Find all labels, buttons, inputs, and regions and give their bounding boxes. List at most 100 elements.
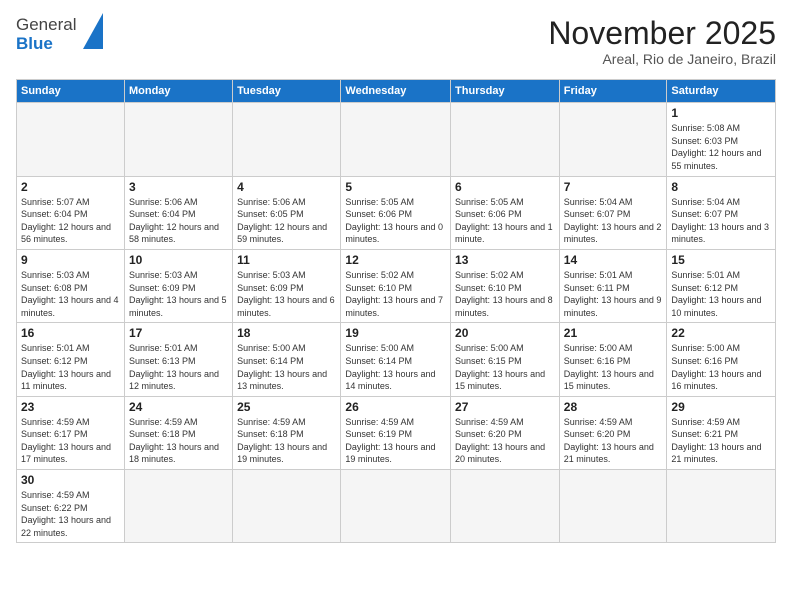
calendar-cell: 5 Sunrise: 5:05 AM Sunset: 6:06 PM Daylig…	[341, 176, 451, 249]
calendar-cell: 19 Sunrise: 5:00 AM Sunset: 6:14 PM Dayli…	[341, 323, 451, 396]
day-number: 24	[129, 400, 228, 414]
day-number: 1	[671, 106, 771, 120]
calendar-cell: 29 Sunrise: 4:59 AM Sunset: 6:21 PM Dayli…	[667, 396, 776, 469]
day-number: 30	[21, 473, 120, 487]
calendar-cell: 22 Sunrise: 5:00 AM Sunset: 6:16 PM Dayli…	[667, 323, 776, 396]
calendar-cell	[559, 103, 667, 176]
day-info: Sunrise: 5:08 AM Sunset: 6:03 PM Dayligh…	[671, 122, 771, 172]
day-number: 2	[21, 180, 120, 194]
title-block: November 2025 Areal, Rio de Janeiro, Bra…	[548, 16, 776, 67]
day-number: 18	[237, 326, 336, 340]
day-info: Sunrise: 5:00 AM Sunset: 6:14 PM Dayligh…	[237, 342, 336, 392]
day-number: 25	[237, 400, 336, 414]
day-info: Sunrise: 4:59 AM Sunset: 6:18 PM Dayligh…	[237, 416, 336, 466]
day-number: 15	[671, 253, 771, 267]
day-info: Sunrise: 5:00 AM Sunset: 6:16 PM Dayligh…	[564, 342, 663, 392]
calendar-cell: 20 Sunrise: 5:00 AM Sunset: 6:15 PM Dayli…	[451, 323, 560, 396]
calendar-cell: 13 Sunrise: 5:02 AM Sunset: 6:10 PM Dayli…	[451, 249, 560, 322]
calendar-cell: 2 Sunrise: 5:07 AM Sunset: 6:04 PM Daylig…	[17, 176, 125, 249]
day-number: 3	[129, 180, 228, 194]
calendar-cell	[451, 103, 560, 176]
day-number: 28	[564, 400, 663, 414]
day-info: Sunrise: 5:04 AM Sunset: 6:07 PM Dayligh…	[564, 196, 663, 246]
calendar-cell	[124, 470, 232, 543]
day-number: 16	[21, 326, 120, 340]
calendar-cell	[451, 470, 560, 543]
day-number: 29	[671, 400, 771, 414]
day-info: Sunrise: 5:07 AM Sunset: 6:04 PM Dayligh…	[21, 196, 120, 246]
weekday-header-wednesday: Wednesday	[341, 80, 451, 103]
calendar-cell: 3Sunrise: 5:06 AM Sunset: 6:04 PM Daylig…	[124, 176, 232, 249]
calendar-cell: 12 Sunrise: 5:02 AM Sunset: 6:10 PM Dayli…	[341, 249, 451, 322]
calendar-cell: 11Sunrise: 5:03 AM Sunset: 6:09 PM Dayli…	[233, 249, 341, 322]
logo: General Blue	[16, 16, 103, 53]
weekday-header-monday: Monday	[124, 80, 232, 103]
day-info: Sunrise: 5:04 AM Sunset: 6:07 PM Dayligh…	[671, 196, 771, 246]
calendar-cell: 30 Sunrise: 4:59 AM Sunset: 6:22 PM Dayli…	[17, 470, 125, 543]
day-info: Sunrise: 5:01 AM Sunset: 6:12 PM Dayligh…	[671, 269, 771, 319]
day-info: Sunrise: 5:05 AM Sunset: 6:06 PM Dayligh…	[345, 196, 446, 246]
calendar-cell	[124, 103, 232, 176]
calendar-cell: 18 Sunrise: 5:00 AM Sunset: 6:14 PM Dayli…	[233, 323, 341, 396]
calendar-cell: 26 Sunrise: 4:59 AM Sunset: 6:19 PM Dayli…	[341, 396, 451, 469]
day-info: Sunrise: 4:59 AM Sunset: 6:21 PM Dayligh…	[671, 416, 771, 466]
calendar-cell	[341, 103, 451, 176]
calendar-cell: 16 Sunrise: 5:01 AM Sunset: 6:12 PM Dayli…	[17, 323, 125, 396]
day-info: Sunrise: 5:05 AM Sunset: 6:06 PM Dayligh…	[455, 196, 555, 246]
day-info: Sunrise: 4:59 AM Sunset: 6:18 PM Dayligh…	[129, 416, 228, 466]
calendar-cell	[341, 470, 451, 543]
day-info: Sunrise: 5:01 AM Sunset: 6:11 PM Dayligh…	[564, 269, 663, 319]
day-info: Sunrise: 4:59 AM Sunset: 6:20 PM Dayligh…	[455, 416, 555, 466]
day-number: 14	[564, 253, 663, 267]
calendar-cell: 25 Sunrise: 4:59 AM Sunset: 6:18 PM Dayli…	[233, 396, 341, 469]
day-number: 10	[129, 253, 228, 267]
location-subtitle: Areal, Rio de Janeiro, Brazil	[548, 51, 776, 67]
weekday-header-tuesday: Tuesday	[233, 80, 341, 103]
calendar: SundayMondayTuesdayWednesdayThursdayFrid…	[16, 79, 776, 543]
day-info: Sunrise: 5:03 AM Sunset: 6:09 PM Dayligh…	[129, 269, 228, 319]
day-info: Sunrise: 4:59 AM Sunset: 6:20 PM Dayligh…	[564, 416, 663, 466]
calendar-cell: 21 Sunrise: 5:00 AM Sunset: 6:16 PM Dayli…	[559, 323, 667, 396]
day-info: Sunrise: 5:00 AM Sunset: 6:15 PM Dayligh…	[455, 342, 555, 392]
calendar-cell	[17, 103, 125, 176]
calendar-cell	[233, 103, 341, 176]
day-info: Sunrise: 5:02 AM Sunset: 6:10 PM Dayligh…	[455, 269, 555, 319]
calendar-cell: 27 Sunrise: 4:59 AM Sunset: 6:20 PM Dayli…	[451, 396, 560, 469]
day-number: 21	[564, 326, 663, 340]
calendar-cell: 7 Sunrise: 5:04 AM Sunset: 6:07 PM Daylig…	[559, 176, 667, 249]
day-number: 19	[345, 326, 446, 340]
calendar-cell: 6Sunrise: 5:05 AM Sunset: 6:06 PM Daylig…	[451, 176, 560, 249]
calendar-cell: 8Sunrise: 5:04 AM Sunset: 6:07 PM Daylig…	[667, 176, 776, 249]
day-number: 17	[129, 326, 228, 340]
day-info: Sunrise: 5:03 AM Sunset: 6:09 PM Dayligh…	[237, 269, 336, 319]
day-number: 26	[345, 400, 446, 414]
weekday-header-thursday: Thursday	[451, 80, 560, 103]
calendar-cell: 23Sunrise: 4:59 AM Sunset: 6:17 PM Dayli…	[17, 396, 125, 469]
calendar-cell: 24 Sunrise: 4:59 AM Sunset: 6:18 PM Dayli…	[124, 396, 232, 469]
day-info: Sunrise: 5:02 AM Sunset: 6:10 PM Dayligh…	[345, 269, 446, 319]
calendar-cell: 14 Sunrise: 5:01 AM Sunset: 6:11 PM Dayli…	[559, 249, 667, 322]
day-info: Sunrise: 4:59 AM Sunset: 6:19 PM Dayligh…	[345, 416, 446, 466]
day-number: 20	[455, 326, 555, 340]
day-number: 7	[564, 180, 663, 194]
day-number: 9	[21, 253, 120, 267]
day-number: 13	[455, 253, 555, 267]
day-number: 12	[345, 253, 446, 267]
day-info: Sunrise: 5:01 AM Sunset: 6:12 PM Dayligh…	[21, 342, 120, 392]
day-info: Sunrise: 5:03 AM Sunset: 6:08 PM Dayligh…	[21, 269, 120, 319]
day-info: Sunrise: 5:01 AM Sunset: 6:13 PM Dayligh…	[129, 342, 228, 392]
day-info: Sunrise: 4:59 AM Sunset: 6:22 PM Dayligh…	[21, 489, 120, 539]
day-number: 27	[455, 400, 555, 414]
weekday-header-sunday: Sunday	[17, 80, 125, 103]
day-info: Sunrise: 5:00 AM Sunset: 6:14 PM Dayligh…	[345, 342, 446, 392]
month-title: November 2025	[548, 16, 776, 51]
day-number: 5	[345, 180, 446, 194]
calendar-cell: 1 Sunrise: 5:08 AM Sunset: 6:03 PM Daylig…	[667, 103, 776, 176]
header: General Blue November 2025 Areal, Rio de…	[16, 16, 776, 67]
day-number: 22	[671, 326, 771, 340]
day-info: Sunrise: 5:00 AM Sunset: 6:16 PM Dayligh…	[671, 342, 771, 392]
calendar-cell	[559, 470, 667, 543]
weekday-header-friday: Friday	[559, 80, 667, 103]
weekday-header-saturday: Saturday	[667, 80, 776, 103]
calendar-cell: 15 Sunrise: 5:01 AM Sunset: 6:12 PM Dayli…	[667, 249, 776, 322]
